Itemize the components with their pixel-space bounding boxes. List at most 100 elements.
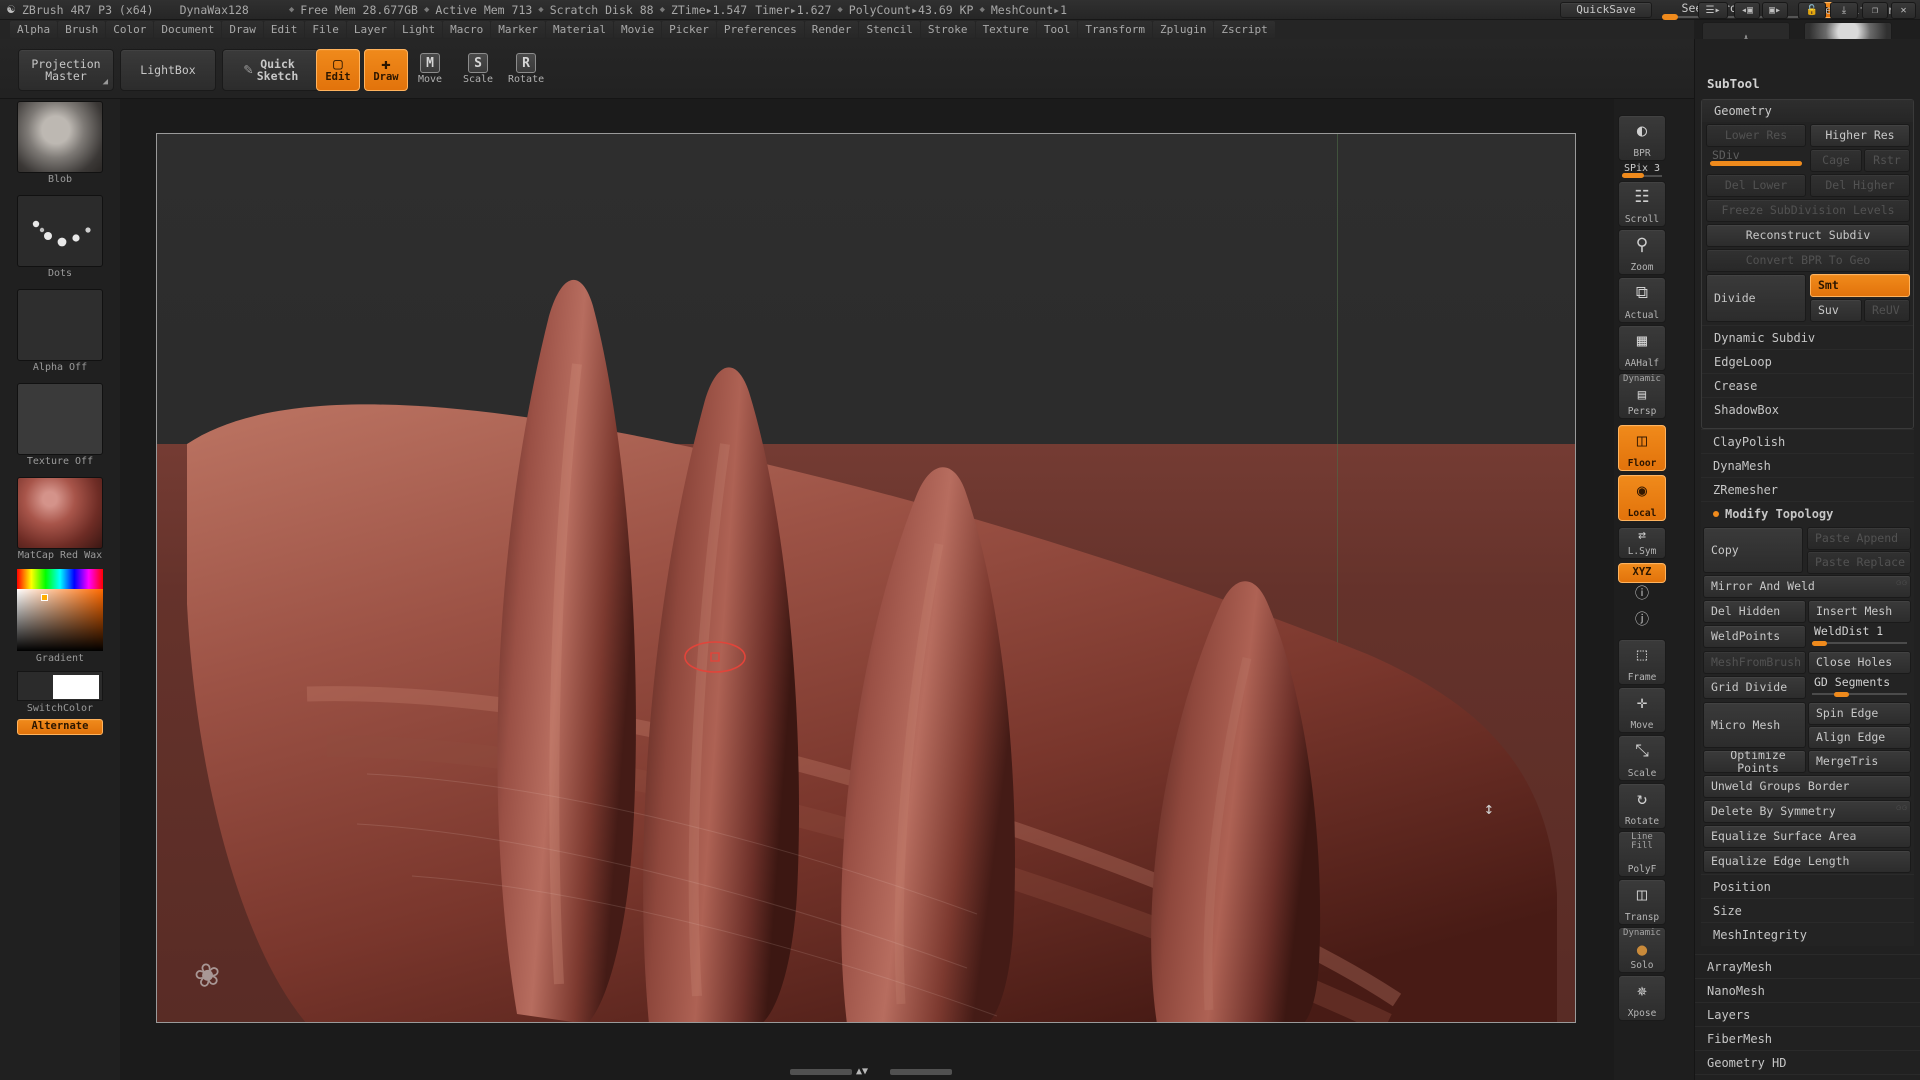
move-gizmo-button[interactable]: ✛ Move [1618, 687, 1666, 733]
paste-replace-button[interactable]: Paste Replace [1807, 551, 1911, 574]
switchcolor-label[interactable]: SwitchColor [17, 703, 103, 714]
arraymesh-row[interactable]: ArrayMesh [1695, 954, 1920, 978]
dynamic-subdiv-row[interactable]: Dynamic Subdiv [1702, 325, 1913, 349]
menu-item-zplugin[interactable]: Zplugin [1153, 21, 1214, 38]
frame-button[interactable]: ⬚ Frame [1618, 639, 1666, 685]
scroll-thumb-left[interactable] [790, 1069, 852, 1075]
reuv-button[interactable]: ReUV [1864, 299, 1910, 322]
size-row[interactable]: Size [1701, 898, 1914, 922]
draw-button[interactable]: ✚ Draw [364, 49, 408, 91]
paste-append-button[interactable]: Paste Append [1807, 527, 1911, 550]
transp-button[interactable]: ◫ Transp [1618, 879, 1666, 925]
menu-item-zscript[interactable]: Zscript [1214, 21, 1275, 38]
material-slot[interactable]: MatCap Red Wax [17, 477, 103, 561]
color-swatch-pair[interactable] [17, 671, 103, 701]
copy-button[interactable]: Copy [1703, 527, 1803, 573]
move-button[interactable]: M Move [412, 51, 448, 89]
gd-segments-knob[interactable] [1834, 692, 1849, 697]
divide-button[interactable]: Divide [1706, 274, 1806, 322]
meshintegrity-row[interactable]: MeshIntegrity [1701, 922, 1914, 946]
scroll-thumb-right[interactable] [890, 1069, 952, 1075]
rstr-button[interactable]: Rstr [1864, 149, 1910, 172]
alpha-off-thumbnail[interactable] [17, 289, 103, 361]
texture-off-thumbnail[interactable] [17, 383, 103, 455]
grid-divide-button[interactable]: Grid Divide [1703, 676, 1806, 699]
freeze-subdivision-button[interactable]: Freeze SubDivision Levels [1706, 199, 1910, 222]
menu-item-movie[interactable]: Movie [613, 21, 662, 38]
nanomesh-row[interactable]: NanoMesh [1695, 978, 1920, 1002]
rotate-gizmo-button[interactable]: ↻ Rotate [1618, 783, 1666, 829]
scale-button[interactable]: S Scale [460, 51, 496, 89]
document-viewport[interactable]: ❀ [156, 133, 1576, 1023]
menu-item-brush[interactable]: Brush [58, 21, 106, 38]
texture-off-slot[interactable]: Texture Off [17, 383, 103, 467]
menu-item-material[interactable]: Material [545, 21, 613, 38]
solo-button[interactable]: Dynamic ● Solo [1618, 927, 1666, 973]
del-lower-button[interactable]: Del Lower [1706, 174, 1806, 197]
alpha-off-slot[interactable]: Alpha Off [17, 289, 103, 373]
menu-item-render[interactable]: Render [804, 21, 859, 38]
claypolish-row[interactable]: ClayPolish [1701, 429, 1914, 453]
spix-track[interactable] [1622, 173, 1662, 178]
secondary-color-swatch[interactable] [53, 675, 99, 699]
polyf-button[interactable]: Line Fill PolyF [1618, 831, 1666, 877]
equalize-surface-area-button[interactable]: Equalize Surface Area [1703, 825, 1911, 848]
reconstruct-subdiv-button[interactable]: Reconstruct Subdiv [1706, 224, 1910, 247]
align-edge-button[interactable]: Align Edge [1808, 726, 1911, 749]
delete-by-symmetry-button[interactable]: Delete By Symmetry [1703, 800, 1911, 823]
bpr-button[interactable]: ◐ BPR [1618, 115, 1666, 161]
projection-master-button[interactable]: Projection Master ◢ [18, 49, 114, 91]
edgeloop-row[interactable]: EdgeLoop [1702, 349, 1913, 373]
optimize-points-button[interactable]: Optimize Points [1703, 750, 1806, 773]
mirror-and-weld-button[interactable]: Mirror And Weld [1703, 575, 1911, 598]
smt-button[interactable]: Smt [1810, 274, 1910, 297]
y-axis-button[interactable]: ⓘ [1618, 585, 1666, 609]
menu-item-alpha[interactable]: Alpha [10, 21, 58, 38]
local-button[interactable]: ◉ Local [1618, 475, 1666, 521]
hue-strip[interactable] [17, 569, 103, 589]
menu-strip-icon[interactable]: ☰▸ [1698, 2, 1728, 19]
color-square[interactable] [17, 589, 103, 651]
alpha-slot[interactable]: Blob [17, 101, 103, 185]
position-row[interactable]: Position [1701, 874, 1914, 898]
actual-button[interactable]: ⧉ Actual [1618, 277, 1666, 323]
equalize-edge-length-button[interactable]: Equalize Edge Length [1703, 850, 1911, 873]
rotate-button[interactable]: R Rotate [508, 51, 544, 89]
suv-button[interactable]: Suv [1810, 299, 1862, 322]
sdiv-slider[interactable]: SDiv [1706, 148, 1806, 166]
menu-item-color[interactable]: Color [106, 21, 154, 38]
geometry-hd-row[interactable]: Geometry HD [1695, 1050, 1920, 1074]
zoom-button[interactable]: ⚲ Zoom [1618, 229, 1666, 275]
quicksave-button[interactable]: QuickSave [1560, 2, 1652, 18]
scroll-button[interactable]: ☷ Scroll [1618, 181, 1666, 227]
alpha-thumbnail[interactable] [17, 101, 103, 173]
menu-item-document[interactable]: Document [154, 21, 222, 38]
sdiv-knob[interactable] [1710, 161, 1802, 166]
minimize-icon[interactable]: ⤓ [1830, 2, 1858, 19]
shadowbox-row[interactable]: ShadowBox [1702, 397, 1913, 421]
welddist-slider[interactable]: WeldDist 1 [1808, 624, 1911, 647]
zremesher-row[interactable]: ZRemesher [1701, 477, 1914, 501]
geometry-section-title[interactable]: Geometry [1702, 100, 1913, 122]
del-higher-button[interactable]: Del Higher [1810, 174, 1910, 197]
subtool-section-title[interactable]: SubTool [1695, 71, 1920, 95]
quick-sketch-button[interactable]: ✎ Quick Sketch [222, 49, 320, 91]
micro-mesh-button[interactable]: Micro Mesh [1703, 702, 1806, 748]
menu-item-macro[interactable]: Macro [443, 21, 491, 38]
stroke-slot[interactable]: Dots [17, 195, 103, 279]
xyz-button[interactable]: XYZ [1618, 563, 1666, 583]
weldpoints-button[interactable]: WeldPoints [1703, 625, 1806, 648]
edit-button[interactable]: ▢ Edit [316, 49, 360, 91]
xpose-button[interactable]: ✵ Xpose [1618, 975, 1666, 1021]
menu-item-light[interactable]: Light [394, 21, 443, 38]
menu-item-transform[interactable]: Transform [1078, 21, 1153, 38]
z-axis-button[interactable]: ⓙ [1618, 611, 1666, 635]
cage-button[interactable]: Cage [1810, 149, 1862, 172]
unweld-groups-border-button[interactable]: Unweld Groups Border [1703, 775, 1911, 798]
menu-item-texture[interactable]: Texture [975, 21, 1036, 38]
meshfrombrush-button[interactable]: MeshFromBrush [1703, 651, 1806, 674]
floor-button[interactable]: ◫ Floor [1618, 425, 1666, 471]
spix-knob[interactable] [1622, 173, 1644, 178]
close-holes-button[interactable]: Close Holes [1808, 651, 1911, 674]
del-hidden-button[interactable]: Del Hidden [1703, 600, 1806, 623]
